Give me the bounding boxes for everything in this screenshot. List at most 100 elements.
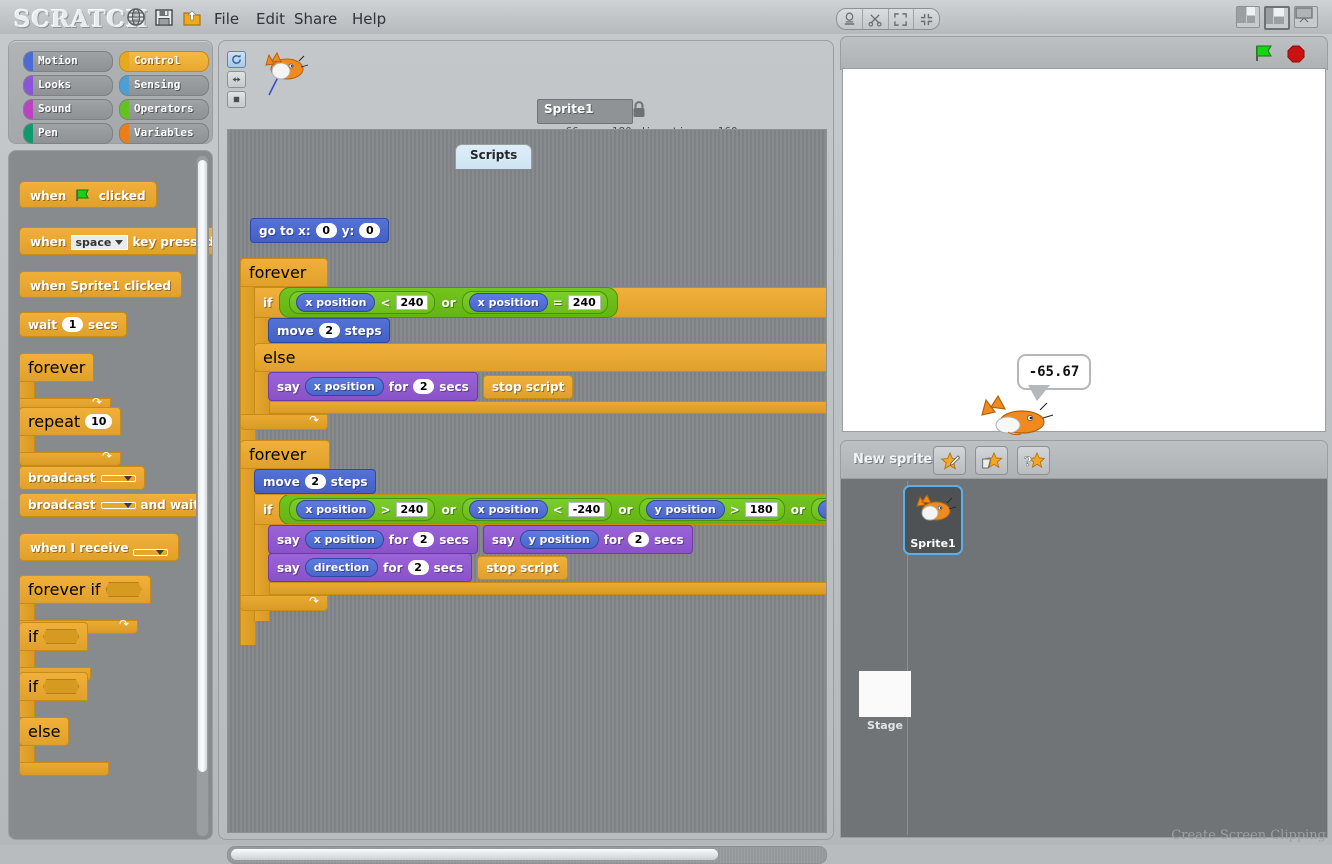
block-say-for-secs[interactable]: say x position for 2 secs <box>268 372 478 401</box>
scissors-icon[interactable] <box>863 9 889 29</box>
stamp-icon[interactable] <box>837 9 863 29</box>
block-stop-script[interactable]: stop script <box>477 555 568 580</box>
stage-selector-column[interactable]: Stage <box>847 481 911 835</box>
sprite-list-pane[interactable]: Stage Sprite1 <box>840 478 1328 838</box>
operator-greater-than-3[interactable]: y position > 180 <box>638 498 785 521</box>
category-operators[interactable]: Operators <box>119 99 209 120</box>
normal-stage-layout-button[interactable] <box>1264 6 1290 30</box>
new-sprite-bar: New sprite: ? <box>840 440 1328 480</box>
stop-icon[interactable] <box>1287 45 1305 63</box>
palette-forever[interactable]: forever ↷ <box>19 353 111 412</box>
scripts-panel: Sprite1 x: -66 y: -180 direction: -160 S… <box>218 40 834 864</box>
presentation-mode-button[interactable] <box>1294 6 1318 28</box>
block-stop-script[interactable]: stop script <box>482 374 574 399</box>
scripts-horizontal-scrollbar[interactable] <box>227 846 827 864</box>
reporter-x-position[interactable]: x position <box>468 500 548 519</box>
palette-broadcast-and-wait[interactable]: broadcast and wait <box>19 493 208 517</box>
script2-if[interactable]: if x position > 240 or x position < -240… <box>254 494 826 621</box>
menu-file[interactable]: File <box>214 10 239 28</box>
loop-arrow-icon: ↷ <box>308 413 319 427</box>
scripts-canvas[interactable]: go to x: 0 y: 0 forever if x position < … <box>227 129 827 833</box>
block-say-y-position[interactable]: say y position for 2 secs <box>482 525 693 554</box>
globe-icon[interactable] <box>126 7 146 27</box>
small-stage-layout-button[interactable] <box>1236 6 1260 28</box>
key-dropdown[interactable]: space <box>70 235 129 250</box>
operator-or-1[interactable]: x position < 240 or x position = 240 <box>279 287 618 318</box>
boolean-slot[interactable] <box>43 679 80 694</box>
shrink-icon[interactable] <box>914 9 939 29</box>
block-go-to-xy[interactable]: go to x: 0 y: 0 <box>250 218 390 243</box>
palette-when-sprite-clicked[interactable]: when Sprite1 clicked <box>19 271 182 298</box>
broadcast-dropdown[interactable] <box>100 474 136 482</box>
operator-or-chain[interactable]: x position > 240 or x position < -240 or… <box>279 495 826 524</box>
reporter-y-position[interactable]: y position <box>519 530 599 549</box>
palette-scrollbar-thumb[interactable] <box>198 160 207 772</box>
tab-scripts[interactable]: Scripts <box>455 144 533 169</box>
palette-broadcast[interactable]: broadcast <box>19 466 145 490</box>
rotate-icon[interactable] <box>227 51 246 68</box>
script1-forever[interactable]: forever if x position < 240 or x positio… <box>240 258 826 457</box>
menu-edit[interactable]: Edit <box>256 10 285 28</box>
category-pen[interactable]: Pen <box>23 123 113 144</box>
palette-block-list[interactable]: when clicked when space key pressed when… <box>8 150 213 840</box>
category-control[interactable]: Control <box>119 51 209 72</box>
import-sprite-icon[interactable] <box>975 446 1008 475</box>
block-move-steps[interactable]: move 2 steps <box>254 469 377 494</box>
reporter-x-position[interactable]: x position <box>468 293 548 312</box>
save-icon[interactable] <box>154 7 174 27</box>
block-say-x-position[interactable]: say x position for 2 secs <box>268 525 478 554</box>
operator-less-than-2[interactable]: x position < -240 <box>461 498 613 521</box>
operator-equals[interactable]: x position = 240 <box>461 291 608 314</box>
left-right-icon[interactable] <box>227 71 246 88</box>
script2-forever[interactable]: forever move 2 steps if x position > 240… <box>240 440 826 645</box>
reporter-x-position[interactable]: x position <box>304 377 384 396</box>
menu-share[interactable]: Share <box>294 10 337 28</box>
boolean-slot[interactable] <box>43 629 80 644</box>
block-say-direction[interactable]: say direction for 2 secs <box>268 553 473 582</box>
palette-when-i-receive[interactable]: when I receive <box>19 533 179 561</box>
green-flag-icon <box>75 189 89 201</box>
operator-greater-than-1[interactable]: x position > 240 <box>289 498 436 521</box>
green-flag-icon[interactable] <box>1253 44 1275 62</box>
reporter-y-position[interactable]: y position <box>817 500 826 519</box>
category-variables[interactable]: Variables <box>119 123 209 144</box>
boolean-slot[interactable] <box>105 582 142 597</box>
palette-wait-secs[interactable]: wait 1 secs <box>19 312 127 337</box>
scripts-scrollbar-thumb[interactable] <box>231 849 718 860</box>
menu-help[interactable]: Help <box>352 10 386 28</box>
category-selector: Motion Control Looks Sensing Sound Opera… <box>8 40 213 144</box>
palette-when-key-pressed[interactable]: when space key pressed <box>19 227 212 255</box>
screen-clipping-watermark: Create Screen Clipping <box>1171 828 1326 843</box>
reporter-x-position[interactable]: x position <box>304 530 384 549</box>
share-upload-icon[interactable] <box>182 7 202 27</box>
stage-thumbnail[interactable] <box>859 671 911 717</box>
lock-icon[interactable] <box>631 100 647 118</box>
category-looks[interactable]: Looks <box>23 75 113 96</box>
script1-if-else[interactable]: if x position < 240 or x position = 240 … <box>254 287 826 420</box>
category-motion[interactable]: Motion <box>23 51 113 72</box>
surprise-sprite-icon[interactable]: ? <box>1017 446 1050 475</box>
no-rotate-icon[interactable] <box>227 91 246 108</box>
palette-scrollbar[interactable] <box>196 155 209 837</box>
edit-tools-group <box>836 8 940 30</box>
sprite-name-input[interactable]: Sprite1 <box>537 99 633 124</box>
reporter-x-position[interactable]: x position <box>296 500 376 519</box>
paint-new-sprite-icon[interactable] <box>933 446 966 475</box>
category-sound[interactable]: Sound <box>23 99 113 120</box>
reporter-direction[interactable]: direction <box>304 558 379 577</box>
category-sensing[interactable]: Sensing <box>119 75 209 96</box>
sprite-list-item-sprite1[interactable]: Sprite1 <box>903 485 963 555</box>
stage-sprite-cat[interactable] <box>978 390 1056 438</box>
operator-less-than-4[interactable]: y position < <box>810 498 826 521</box>
operator-less-than[interactable]: x position < 240 <box>289 291 436 314</box>
broadcast-dropdown[interactable] <box>100 501 136 509</box>
reporter-x-position[interactable]: x position <box>296 293 376 312</box>
palette-if-else[interactable]: if else <box>19 672 109 776</box>
palette-when-flag-clicked[interactable]: when clicked <box>19 181 157 208</box>
palette-repeat[interactable]: repeat 10 ↷ <box>19 407 122 466</box>
scratch-application: SCRATCH File Edit Share Help Motion Cont… <box>0 0 1332 864</box>
grow-icon[interactable] <box>889 9 915 29</box>
block-move-steps[interactable]: move 2 steps <box>268 318 391 343</box>
reporter-y-position[interactable]: y position <box>645 500 725 519</box>
receive-dropdown[interactable] <box>132 548 168 556</box>
